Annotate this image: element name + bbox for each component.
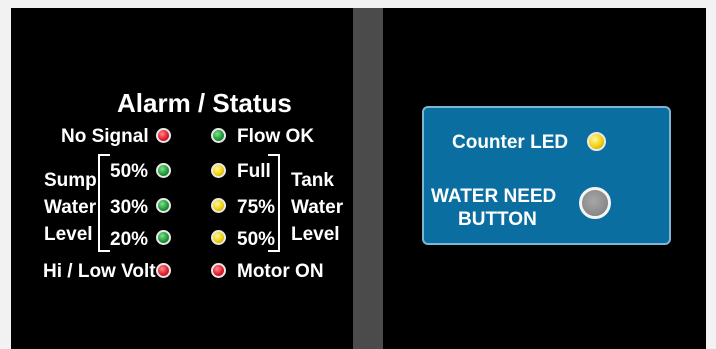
water-need-label-line2: BUTTON xyxy=(458,209,537,230)
tank-level-label: Level xyxy=(291,224,340,245)
sump-level-20-label: 20% xyxy=(110,229,149,250)
no-signal-label: No Signal xyxy=(61,126,149,147)
water-need-label-line1: WATER NEED xyxy=(431,186,557,207)
sump-water-label: Water xyxy=(44,197,97,218)
sump-50-led-icon xyxy=(156,163,171,178)
tank-75-led-icon xyxy=(211,198,226,213)
tank-water-label: Water xyxy=(291,197,344,218)
tank-50-led-icon xyxy=(211,230,226,245)
flow-ok-label: Flow OK xyxy=(237,126,315,147)
hi-low-volt-label: Hi / Low Volt xyxy=(43,261,156,282)
motor-on-label: Motor ON xyxy=(237,261,324,282)
water-need-button[interactable] xyxy=(579,187,611,219)
sump-label: Sump xyxy=(44,170,97,191)
tank-level-full-label: Full xyxy=(237,161,271,182)
tank-level-75-label: 75% xyxy=(237,197,276,218)
no-signal-led-icon xyxy=(156,128,171,143)
sump-level-label: Level xyxy=(44,224,93,245)
sump-30-led-icon xyxy=(156,198,171,213)
tank-full-led-icon xyxy=(211,163,226,178)
sump-bracket xyxy=(98,154,110,252)
counter-led-label: Counter LED xyxy=(452,132,569,153)
counter-led-icon xyxy=(587,132,606,151)
sump-level-50-label: 50% xyxy=(110,161,149,182)
tank-label: Tank xyxy=(291,170,334,191)
tank-level-50-label: 50% xyxy=(237,229,276,250)
hi-low-volt-led-icon xyxy=(156,263,171,278)
motor-on-led-icon xyxy=(211,263,226,278)
alarm-status-title: Alarm / Status xyxy=(117,88,292,118)
flow-ok-led-icon xyxy=(211,128,226,143)
sump-level-30-label: 30% xyxy=(110,197,149,218)
panel-divider xyxy=(353,8,383,349)
sump-20-led-icon xyxy=(156,230,171,245)
